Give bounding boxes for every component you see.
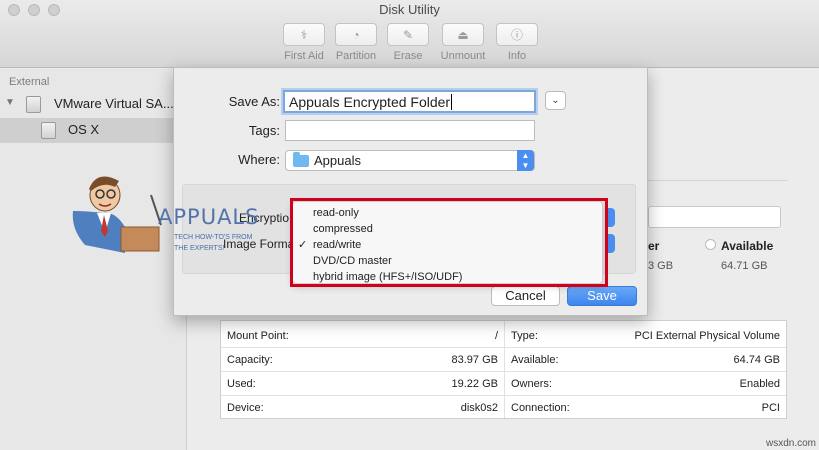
info-tool[interactable]: ⓘ Info <box>489 23 545 62</box>
eject-icon: ⏏ <box>442 23 484 46</box>
info-row: Used: 19.22 GB <box>221 372 504 396</box>
info-key: Available: <box>511 354 559 366</box>
unmount-label: Unmount <box>440 50 486 62</box>
info-key: Owners: <box>511 378 552 390</box>
info-row: Connection: PCI <box>505 396 786 420</box>
erase-label: Erase <box>393 50 423 62</box>
tagline-line: THE EXPERTS! <box>174 245 225 252</box>
toolbar-area: Disk Utility ⚕ First Aid ◔ Partition ✎ E… <box>0 0 819 68</box>
info-key: Device: <box>227 402 264 414</box>
info-value: disk0s2 <box>460 402 498 414</box>
chevron-up-down-icon: ▲ ▼ <box>517 150 534 171</box>
expand-dialog-button[interactable]: ⌄ <box>545 91 566 110</box>
available-legend-value: 64.71 GB <box>721 260 768 272</box>
cancel-button[interactable]: Cancel <box>491 286 560 306</box>
sidebar-item-vmware-disk[interactable]: ▼ VMware Virtual SA... <box>0 93 187 117</box>
sidebar-item-label: OS X <box>68 122 100 137</box>
where-value: Appuals <box>314 153 361 168</box>
tagline-line: TECH HOW-TO'S FROM <box>174 234 253 241</box>
info-value: 19.22 GB <box>451 378 498 390</box>
where-label: Where: <box>238 152 280 167</box>
partition-label: Partition <box>335 50 377 62</box>
chevron-down-icon: ⌄ <box>551 95 560 106</box>
volume-name-field <box>648 206 781 228</box>
used-legend-value: 3 GB <box>648 260 674 272</box>
info-value: PCI <box>761 402 780 414</box>
window-title: Disk Utility <box>379 2 440 17</box>
info-key: Mount Point: <box>227 330 289 342</box>
info-row: Device: disk0s2 <box>221 396 504 420</box>
disclosure-triangle-icon[interactable]: ▼ <box>5 97 15 108</box>
erase-tool[interactable]: ✎ Erase <box>380 23 436 62</box>
partition-tool[interactable]: ◔ Partition <box>328 23 384 62</box>
info-value: / <box>494 330 498 342</box>
info-value: 64.74 GB <box>733 354 780 366</box>
first-aid-tool[interactable]: ⚕ First Aid <box>276 23 332 62</box>
stethoscope-icon: ⚕ <box>283 23 325 46</box>
info-row: Capacity: 83.97 GB <box>221 348 504 372</box>
volume-icon <box>41 122 56 139</box>
available-legend-dot <box>705 239 716 250</box>
info-value: PCI External Physical Volume <box>634 330 780 342</box>
sidebar-section-external: External <box>9 76 50 88</box>
info-key: Connection: <box>511 402 570 414</box>
credit-text: wsxdn.com <box>765 438 816 449</box>
highlight-annotation-box <box>290 198 608 287</box>
info-key: Capacity: <box>227 354 273 366</box>
info-icon: ⓘ <box>496 23 538 46</box>
info-value: Enabled <box>739 378 780 390</box>
encryption-popup[interactable] <box>608 208 615 227</box>
eraser-icon: ✎ <box>387 23 429 46</box>
watermark-tagline: TECH HOW-TO'S FROM THE EXPERTS! <box>174 232 252 254</box>
info-row: Mount Point: / <box>221 324 504 348</box>
save-as-field[interactable]: Appuals Encrypted Folder <box>283 90 536 113</box>
image-format-popup[interactable] <box>608 234 615 253</box>
info-key: Type: <box>511 330 538 342</box>
used-legend-label: er <box>648 239 660 253</box>
unmount-tool[interactable]: ⏏ Unmount <box>435 23 491 62</box>
save-as-label: Save As: <box>228 94 280 109</box>
info-row: Owners: Enabled <box>505 372 786 396</box>
save-as-value: Appuals Encrypted Folder <box>289 94 451 110</box>
disk-icon <box>26 96 41 113</box>
tags-label: Tags: <box>248 123 280 138</box>
available-legend-label: Available <box>721 239 774 253</box>
info-label: Info <box>507 50 527 62</box>
info-row: Available: 64.74 GB <box>505 348 786 372</box>
pie-icon: ◔ <box>335 23 377 46</box>
sidebar: External ▼ VMware Virtual SA... OS X <box>0 69 187 450</box>
info-row: Type: PCI External Physical Volume <box>505 324 786 348</box>
info-value: 83.97 GB <box>451 354 498 366</box>
where-popup[interactable]: Appuals ▲ ▼ <box>285 150 535 171</box>
info-key: Used: <box>227 378 256 390</box>
save-button[interactable]: Save <box>567 286 637 306</box>
watermark-brand: APPUALS <box>158 205 260 229</box>
folder-icon <box>293 152 309 167</box>
first-aid-label: First Aid <box>284 50 324 62</box>
volume-info-table: Mount Point: / Capacity: 83.97 GB Used: … <box>220 320 787 419</box>
sidebar-item-osx[interactable]: OS X <box>0 118 187 143</box>
tags-field[interactable] <box>285 120 535 141</box>
sidebar-item-label: VMware Virtual SA... <box>54 96 174 111</box>
